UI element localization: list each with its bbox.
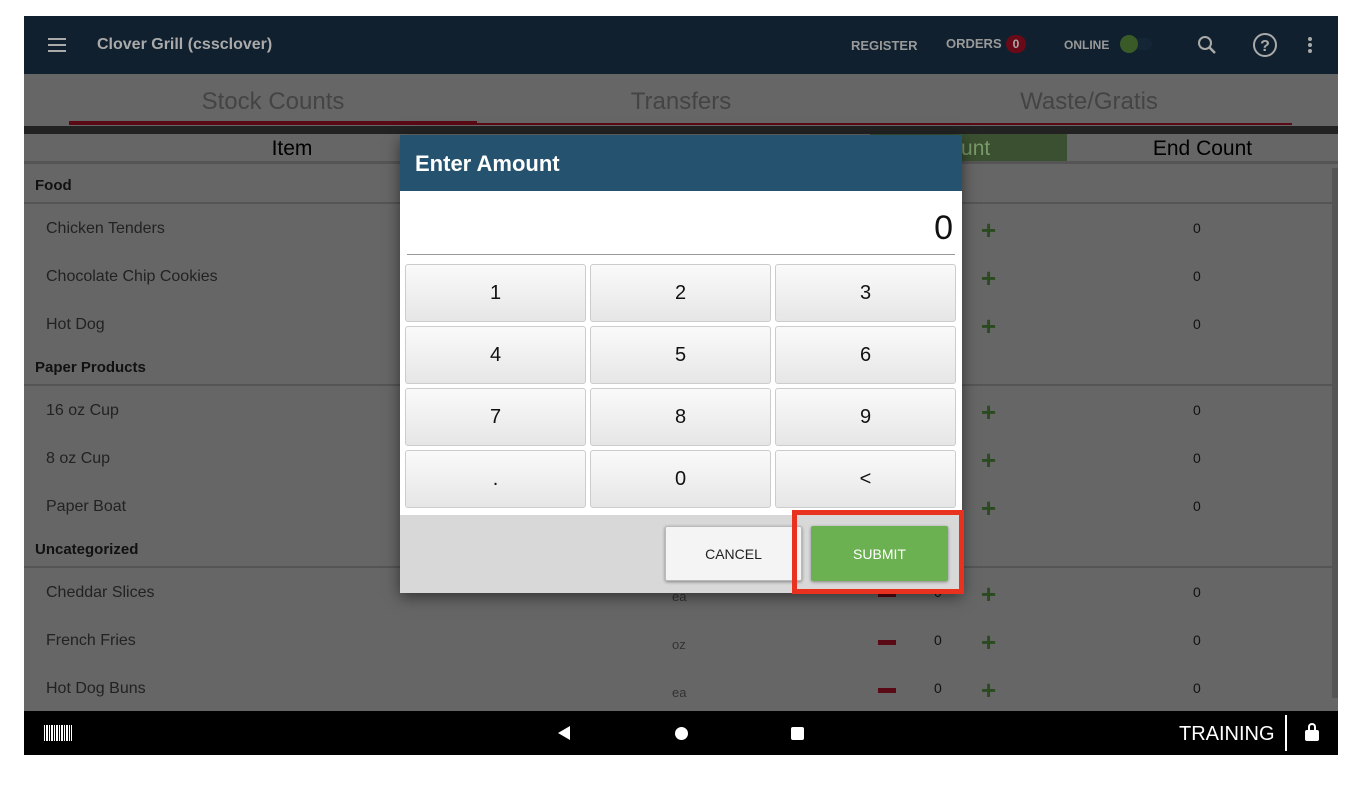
end-count-value: 0 — [1193, 632, 1201, 648]
app-title: Clover Grill (cssclover) — [97, 36, 273, 53]
system-nav-bar: TRAINING — [24, 711, 1338, 755]
item-name: Chicken Tenders — [46, 220, 165, 237]
top-bar: Clover Grill (cssclover) REGISTER ORDERS… — [24, 16, 1338, 74]
lock-icon[interactable] — [1305, 723, 1319, 741]
end-count-value: 0 — [1193, 220, 1201, 236]
active-tab-indicator — [69, 121, 477, 125]
recent-apps-icon[interactable] — [791, 727, 804, 740]
keypad-key[interactable]: 0 — [590, 450, 771, 508]
minus-icon[interactable] — [878, 640, 896, 645]
scrollbar[interactable] — [1332, 168, 1338, 698]
end-count-value: 0 — [1193, 402, 1201, 418]
register-button[interactable]: REGISTER — [851, 38, 917, 53]
online-label: ONLINE — [1064, 38, 1110, 52]
plus-icon[interactable]: + — [981, 399, 996, 425]
submit-highlight-box — [792, 510, 964, 594]
amount-display[interactable]: 0 — [407, 201, 955, 255]
help-icon[interactable]: ? — [1252, 32, 1278, 58]
keypad-key[interactable]: 6 — [775, 326, 956, 384]
keypad-key[interactable]: 3 — [775, 264, 956, 322]
list-item: French Fries oz 0 + 0 — [24, 618, 1338, 666]
barcode-icon[interactable] — [44, 725, 72, 741]
end-count-value: 0 — [1193, 584, 1201, 600]
item-name: French Fries — [46, 632, 136, 649]
back-icon[interactable] — [558, 726, 570, 740]
orders-badge: 0 — [1005, 35, 1027, 53]
minus-icon[interactable] — [878, 688, 896, 693]
plus-icon[interactable]: + — [981, 313, 996, 339]
online-toggle[interactable] — [1120, 35, 1152, 53]
plus-icon[interactable]: + — [981, 265, 996, 291]
search-icon[interactable] — [1197, 35, 1217, 55]
keypad-key[interactable]: 9 — [775, 388, 956, 446]
keypad-key[interactable]: 5 — [590, 326, 771, 384]
end-count-value: 0 — [1193, 268, 1201, 284]
item-unit: oz — [672, 637, 686, 652]
menu-icon[interactable] — [48, 38, 66, 52]
tab-stock-counts[interactable]: Stock Counts — [69, 88, 477, 116]
keypad-key[interactable]: 7 — [405, 388, 586, 446]
start-count-value[interactable]: 0 — [934, 680, 942, 696]
keypad-key[interactable]: . — [405, 450, 586, 508]
end-count-value: 0 — [1193, 316, 1201, 332]
plus-icon[interactable]: + — [981, 495, 996, 521]
keypad: 1 2 3 4 5 6 7 8 9. 0 < — [405, 264, 957, 508]
plus-icon[interactable]: + — [981, 447, 996, 473]
item-name: Cheddar Slices — [46, 584, 155, 601]
item-name: Chocolate Chip Cookies — [46, 268, 218, 285]
item-name: Hot Dog — [46, 316, 105, 333]
training-label: TRAINING — [1179, 723, 1275, 745]
more-icon[interactable] — [1307, 36, 1313, 54]
divider — [1285, 715, 1287, 751]
dialog-title: Enter Amount — [400, 135, 962, 191]
tab-underline — [477, 123, 1292, 125]
tab-transfers[interactable]: Transfers — [477, 88, 885, 116]
item-name: Hot Dog Buns — [46, 680, 146, 697]
home-icon[interactable] — [675, 727, 688, 740]
item-unit: ea — [672, 685, 687, 700]
list-item: Hot Dog Buns ea 0 + 0 — [24, 666, 1338, 714]
tab-bar: Stock Counts Transfers Waste/Gratis — [24, 74, 1338, 126]
column-end-count: End Count — [1067, 134, 1338, 164]
plus-icon[interactable]: + — [981, 581, 996, 607]
plus-icon[interactable]: + — [981, 629, 996, 655]
orders-label: ORDERS — [946, 36, 1002, 51]
cancel-button[interactable]: CANCEL — [665, 526, 802, 581]
plus-icon[interactable]: + — [981, 217, 996, 243]
start-count-value[interactable]: 0 — [934, 632, 942, 648]
end-count-value: 0 — [1193, 680, 1201, 696]
keypad-key[interactable]: 8 — [590, 388, 771, 446]
plus-icon[interactable]: + — [981, 677, 996, 703]
svg-text:?: ? — [1260, 38, 1270, 55]
item-name: Paper Boat — [46, 498, 127, 515]
keypad-key[interactable]: 2 — [590, 264, 771, 322]
end-count-value: 0 — [1193, 450, 1201, 466]
keypad-key[interactable]: < — [775, 450, 956, 508]
keypad-key[interactable]: 4 — [405, 326, 586, 384]
keypad-key[interactable]: 1 — [405, 264, 586, 322]
end-count-value: 0 — [1193, 498, 1201, 514]
orders-button[interactable]: ORDERS 0 — [946, 35, 1027, 53]
tab-waste-gratis[interactable]: Waste/Gratis — [885, 88, 1293, 116]
item-name: 16 oz Cup — [46, 402, 119, 419]
item-name: 8 oz Cup — [46, 450, 111, 467]
divider — [24, 126, 1338, 134]
